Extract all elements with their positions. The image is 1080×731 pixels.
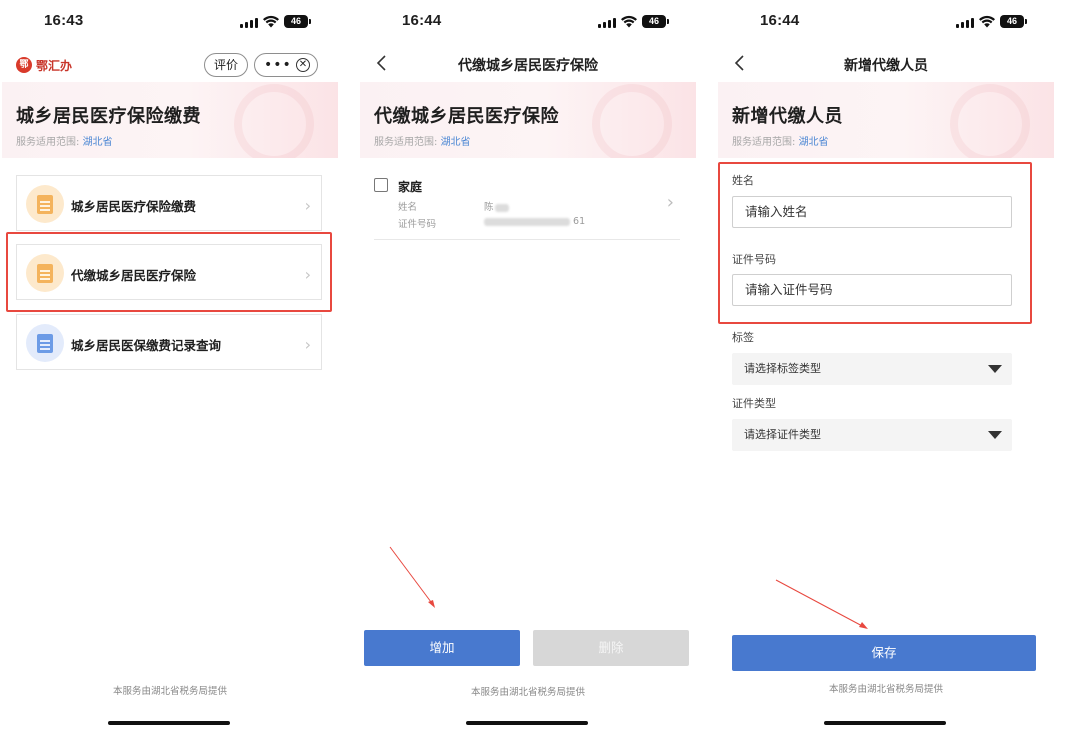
annotation-arrow xyxy=(775,579,868,629)
logo-icon: 鄂 xyxy=(16,57,32,73)
page-banner: 城乡居民医疗保险缴费 服务适用范围: 湖北省 xyxy=(2,82,338,158)
close-icon[interactable]: ✕ xyxy=(296,58,310,72)
name-label: 姓名 xyxy=(398,202,418,213)
status-time: 16:44 xyxy=(760,12,800,29)
home-indicator xyxy=(466,721,588,725)
page-title: 代缴城乡居民医疗保险 xyxy=(374,106,559,127)
nav-bar: 新增代缴人员 xyxy=(718,48,1054,80)
rate-button[interactable]: 评价 xyxy=(204,53,248,77)
scope-value: 湖北省 xyxy=(82,137,113,148)
tag-select[interactable]: 请选择标签类型 xyxy=(732,353,1012,385)
scope-label: 服务适用范围: xyxy=(16,137,80,148)
more-icon[interactable]: ••• xyxy=(264,54,292,76)
capsule-menu: ••• ✕ xyxy=(254,53,318,77)
menu-item-payment-records[interactable]: 城乡居民医保缴费记录查询 › xyxy=(16,314,322,370)
family-member-row[interactable]: 家庭 姓名 陈 证件号码 61 › xyxy=(374,172,680,240)
mini-program-header: 鄂 鄂汇办 评价 ••• ✕ xyxy=(2,48,338,80)
add-button[interactable]: 增加 xyxy=(364,630,520,666)
home-indicator xyxy=(824,721,946,725)
id-value: 61 xyxy=(484,216,585,227)
member-checkbox[interactable] xyxy=(374,178,388,192)
chevron-right-icon: › xyxy=(666,192,674,213)
screen-proxy-list: 16:44 46 代缴城乡居民医疗保险 代缴城乡居民医疗保险 服务适用范围: 湖… xyxy=(360,0,696,731)
wifi-icon xyxy=(979,15,995,28)
name-value: 陈 xyxy=(484,199,509,213)
status-bar: 16:44 46 xyxy=(718,12,1054,34)
scope-label: 服务适用范围: xyxy=(374,137,438,148)
record-icon xyxy=(26,324,64,362)
screen-add-proxy-person: 16:44 46 新增代缴人员 新增代缴人员 服务适用范围: 湖北省 姓名 请输… xyxy=(718,0,1054,731)
home-indicator xyxy=(108,721,230,725)
service-scope: 服务适用范围: 湖北省 xyxy=(16,133,113,148)
signal-icon xyxy=(240,18,258,28)
nav-bar: 代缴城乡居民医疗保险 xyxy=(360,48,696,80)
status-time: 16:43 xyxy=(44,12,84,29)
highlight-box xyxy=(6,232,332,312)
group-label: 家庭 xyxy=(398,180,423,194)
document-icon xyxy=(26,185,64,223)
status-bar: 16:44 46 xyxy=(360,12,696,34)
page-title: 新增代缴人员 xyxy=(732,106,843,127)
menu-item-label: 城乡居民医疗保险缴费 xyxy=(71,199,197,214)
nav-title: 代缴城乡居民医疗保险 xyxy=(458,58,598,74)
signal-icon xyxy=(956,18,974,28)
dropdown-arrow-icon xyxy=(988,365,1002,373)
scope-value: 湖北省 xyxy=(798,137,829,148)
service-scope: 服务适用范围: 湖北省 xyxy=(374,133,471,148)
battery-icon: 46 xyxy=(642,15,669,28)
watermark-seal xyxy=(592,84,672,158)
dropdown-arrow-icon xyxy=(988,431,1002,439)
service-scope: 服务适用范围: 湖北省 xyxy=(732,133,829,148)
menu-item-pay-insurance[interactable]: 城乡居民医疗保险缴费 › xyxy=(16,175,322,231)
footer-note: 本服务由湖北省税务局提供 xyxy=(470,687,585,698)
tag-field-label: 标签 xyxy=(732,331,754,344)
delete-button[interactable]: 删除 xyxy=(533,630,689,666)
battery-icon: 46 xyxy=(284,15,311,28)
id-type-select-value: 请选择证件类型 xyxy=(744,428,821,441)
chevron-right-icon: › xyxy=(304,196,311,215)
id-type-select[interactable]: 请选择证件类型 xyxy=(732,419,1012,451)
app-name: 鄂汇办 xyxy=(36,58,73,73)
nav-title: 新增代缴人员 xyxy=(844,58,928,74)
app-logo: 鄂 鄂汇办 xyxy=(16,56,72,74)
page-banner: 代缴城乡居民医疗保险 服务适用范围: 湖北省 xyxy=(360,82,696,158)
id-suffix: 61 xyxy=(573,216,586,227)
menu-item-label: 城乡居民医保缴费记录查询 xyxy=(71,338,222,353)
wifi-icon xyxy=(621,15,637,28)
battery-icon: 46 xyxy=(1000,15,1027,28)
watermark-seal xyxy=(950,84,1030,158)
status-bar: 16:43 46 xyxy=(2,12,338,34)
tag-select-value: 请选择标签类型 xyxy=(744,362,821,375)
status-time: 16:44 xyxy=(402,12,442,29)
chevron-right-icon: › xyxy=(304,335,311,354)
screen-service-menu: 16:43 46 鄂 鄂汇办 评价 ••• ✕ 城乡居民医疗保险缴费 服务适用范… xyxy=(2,0,338,731)
scope-label: 服务适用范围: xyxy=(732,137,796,148)
wifi-icon xyxy=(263,15,279,28)
footer-note: 本服务由湖北省税务局提供 xyxy=(112,686,227,697)
annotation-arrow xyxy=(389,546,435,608)
page-title: 城乡居民医疗保险缴费 xyxy=(16,106,201,127)
signal-icon xyxy=(598,18,616,28)
highlight-box xyxy=(718,162,1032,324)
name-initial: 陈 xyxy=(484,202,494,213)
page-banner: 新增代缴人员 服务适用范围: 湖北省 xyxy=(718,82,1054,158)
id-label: 证件号码 xyxy=(398,219,437,230)
save-button[interactable]: 保存 xyxy=(732,635,1036,671)
scope-value: 湖北省 xyxy=(440,137,471,148)
id-type-field-label: 证件类型 xyxy=(732,397,776,410)
watermark-seal xyxy=(234,84,314,158)
footer-note: 本服务由湖北省税务局提供 xyxy=(828,684,943,695)
